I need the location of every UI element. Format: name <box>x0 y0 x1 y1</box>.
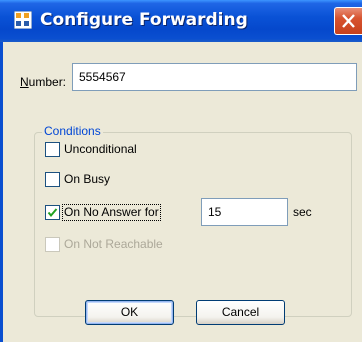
number-label: Number: <box>20 75 66 89</box>
on-no-answer-checkbox[interactable] <box>45 205 60 220</box>
cancel-button[interactable]: Cancel <box>196 300 285 325</box>
number-label-text: umber: <box>28 75 67 89</box>
configure-forwarding-dialog: Configure Forwarding Number: 5554567 Con… <box>0 0 362 342</box>
number-label-accelerator: N <box>20 75 29 89</box>
on-no-answer-label[interactable]: On No Answer for <box>62 204 161 221</box>
conditions-group <box>34 132 352 317</box>
unconditional-checkbox[interactable] <box>45 142 60 157</box>
title-bar[interactable]: Configure Forwarding <box>0 0 362 42</box>
on-not-reachable-label: On Not Reachable <box>64 237 163 251</box>
on-not-reachable-checkbox[interactable] <box>45 237 60 252</box>
dialog-body: Number: 5554567 Conditions Unconditional… <box>0 42 362 342</box>
timeout-unit-label: sec <box>293 205 312 219</box>
close-button[interactable] <box>334 7 362 35</box>
conditions-group-title: Conditions <box>42 124 103 139</box>
on-busy-label[interactable]: On Busy <box>64 172 110 187</box>
window-title: Configure Forwarding <box>40 10 248 30</box>
unconditional-label[interactable]: Unconditional <box>64 142 137 157</box>
phone-config-icon <box>13 10 33 30</box>
number-input[interactable]: 5554567 <box>72 63 357 91</box>
on-busy-checkbox[interactable] <box>45 172 60 187</box>
ok-button[interactable]: OK <box>85 300 174 325</box>
timeout-input[interactable]: 15 <box>201 198 288 226</box>
